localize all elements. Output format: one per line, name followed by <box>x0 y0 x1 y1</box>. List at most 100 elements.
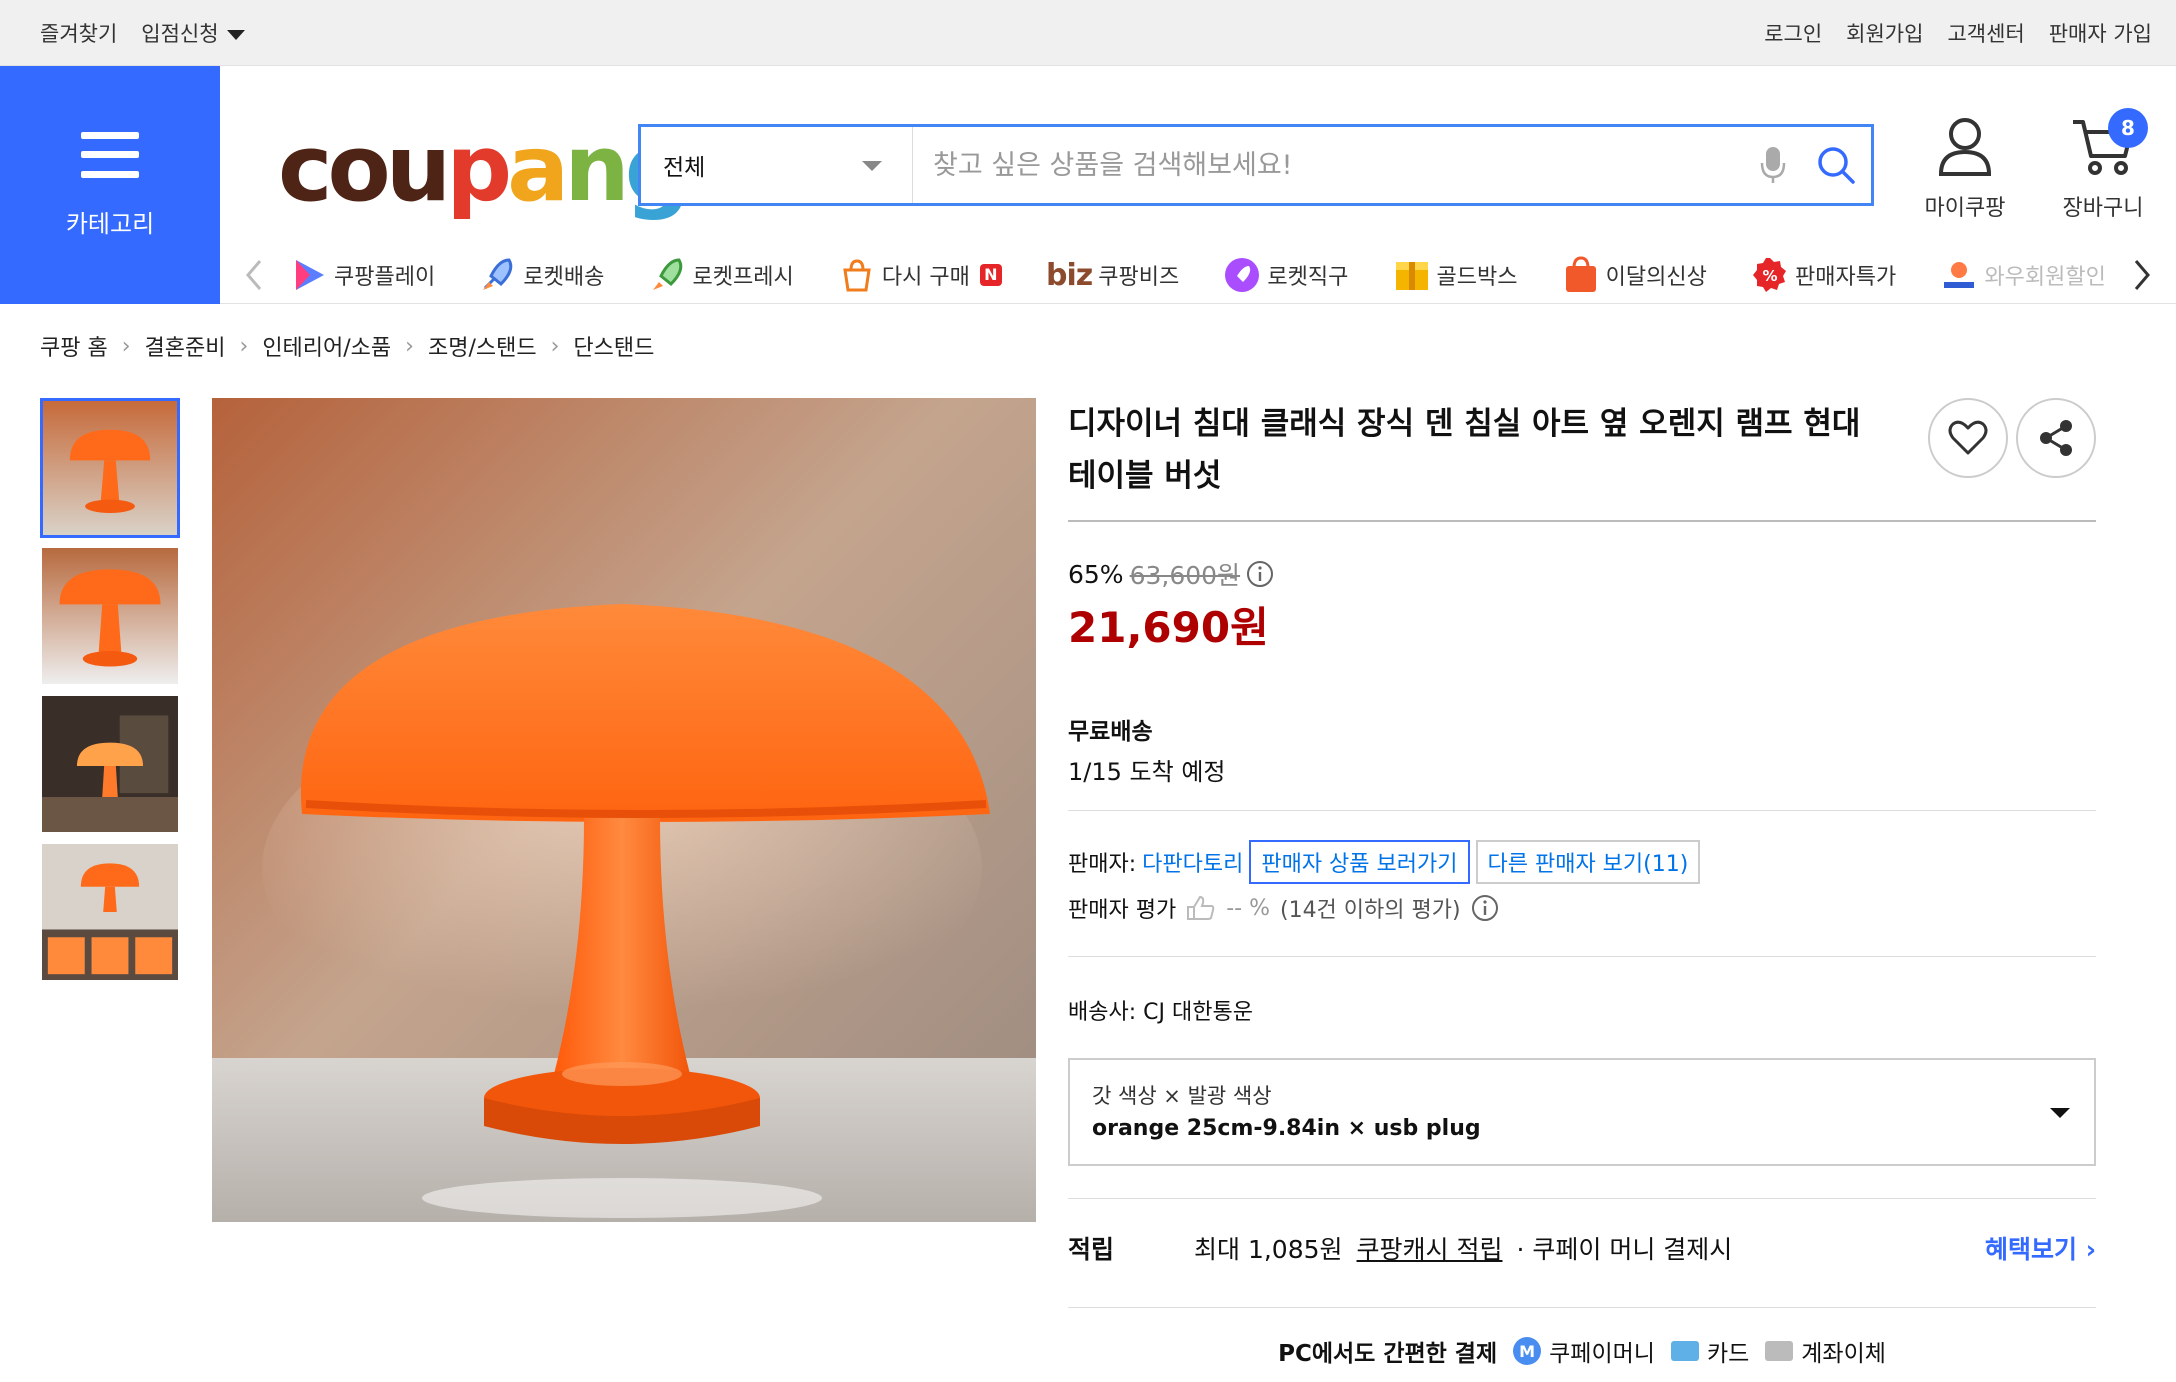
search-input[interactable] <box>913 127 1745 203</box>
dropdown-arrow-icon <box>2050 1108 2070 1118</box>
quick-item-rebuy[interactable]: 다시 구매 N <box>838 256 1002 294</box>
store-apply-label: 입점신청 <box>141 22 219 46</box>
seller-name-link[interactable]: 다판다토리 <box>1142 846 1243 878</box>
cart-button[interactable]: 장바구니 8 <box>2048 108 2158 222</box>
rebuy-icon <box>838 256 876 294</box>
product-thumbnail[interactable] <box>40 398 180 538</box>
reward-label: 적립 <box>1068 1235 1115 1264</box>
play-icon <box>290 256 328 294</box>
quick-item-seller-discount[interactable]: % 판매자특가 <box>1751 256 1896 294</box>
store-apply-menu[interactable]: 입점신청 <box>141 18 245 48</box>
info-icon[interactable] <box>1471 894 1499 922</box>
quick-item-wow-discount[interactable]: 와우회원할인 <box>1940 256 2106 294</box>
wishlist-button[interactable] <box>1928 398 2008 478</box>
arrival-date: 1/15 <box>1068 758 1122 786</box>
quick-item-rocket-fresh[interactable]: 로켓프레시 <box>649 256 794 294</box>
quick-item-coupang-play[interactable]: 쿠팡플레이 <box>290 256 435 294</box>
my-coupang-button[interactable]: 마이쿠팡 <box>1910 116 2020 222</box>
coupang-cash-link[interactable]: 쿠팡캐시 적립 <box>1357 1230 1503 1266</box>
product-title: 디자이너 침대 클래식 장식 덴 침실 아트 옆 오렌지 램프 현대 테이블 버… <box>1068 406 1861 494</box>
quick-item-goldbox[interactable]: 골드박스 <box>1393 256 1518 294</box>
reward-info: 적립 최대 1,085원 쿠팡캐시 적립 · 쿠페이 머니 결제시 혜택보기 › <box>1068 1230 2096 1266</box>
seller-products-button[interactable]: 판매자 상품 보러가기 <box>1249 840 1470 884</box>
seller-signup-link[interactable]: 판매자 가입 <box>2049 18 2152 48</box>
breadcrumb-item[interactable]: 인테리어/소품 <box>262 330 391 362</box>
search-button[interactable] <box>1801 127 1871 203</box>
top-utility-bar: 즐겨찾기 입점신청 로그인 회원가입 고객센터 판매자 가입 <box>0 0 2176 66</box>
rocket-fresh-icon <box>649 256 687 294</box>
product-thumbnail[interactable] <box>40 546 180 686</box>
payment-methods: PC에서도 간편한 결제 M 쿠페이머니 카드 계좌이체 <box>1068 1334 2096 1368</box>
quick-item-new-arrivals[interactable]: 이달의신상 <box>1562 256 1707 294</box>
divider <box>1068 956 2096 957</box>
share-icon <box>2040 420 2072 456</box>
product-thumbnail[interactable] <box>40 842 180 982</box>
main-product-image[interactable] <box>212 398 1036 1222</box>
seller-rating-note: (14건 이하의 평가) <box>1279 898 1461 923</box>
quick-item-rocket-delivery[interactable]: 로켓배송 <box>479 256 604 294</box>
search-icon <box>1818 147 1855 184</box>
info-icon[interactable] <box>1246 560 1274 588</box>
login-link[interactable]: 로그인 <box>1764 18 1822 48</box>
product-thumbnail[interactable] <box>40 694 180 834</box>
breadcrumb-item[interactable]: 쿠팡 홈 <box>40 330 108 362</box>
arrival-estimate: 1/15 도착 예정 <box>1068 752 1226 787</box>
search-category-select[interactable]: 전체 <box>641 127 913 203</box>
chevron-right-icon <box>2134 260 2150 290</box>
breadcrumb-item[interactable]: 결혼준비 <box>145 330 226 362</box>
svg-text:%: % <box>1763 267 1778 285</box>
bank-icon <box>1765 1341 1794 1361</box>
quick-menu: 쿠팡플레이 로켓배송 로켓프레시 다시 구매 N biz 쿠팡비즈 로켓직구 골… <box>236 246 2160 304</box>
hamburger-icon <box>81 131 139 178</box>
courier-label: 배송사: <box>1068 1000 1137 1025</box>
breadcrumb-item[interactable]: 단스탠드 <box>573 330 654 362</box>
chevron-right-icon: › <box>405 333 414 359</box>
microphone-icon[interactable] <box>1745 127 1801 203</box>
other-sellers-button[interactable]: 다른 판매자 보기(11) <box>1475 840 1701 884</box>
seller-rating-label: 판매자 평가 <box>1068 898 1177 923</box>
favorites-link[interactable]: 즐겨찾기 <box>40 18 117 48</box>
chevron-right-icon: › <box>550 333 560 359</box>
search-bar: 전체 <box>638 124 1874 206</box>
goldbox-icon <box>1393 256 1431 294</box>
customer-center-link[interactable]: 고객센터 <box>1947 18 2024 48</box>
new-badge: N <box>979 264 1002 286</box>
sale-price: 21,690원 <box>1068 603 1269 652</box>
seller-discount-icon: % <box>1751 256 1789 294</box>
shipping-type: 무료배송 <box>1068 719 1153 745</box>
quick-menu-prev-button[interactable] <box>236 255 272 295</box>
signup-link[interactable]: 회원가입 <box>1846 18 1923 48</box>
category-label: 카테고리 <box>65 209 155 238</box>
rocket-icon <box>479 256 517 294</box>
chevron-left-icon <box>246 260 262 290</box>
card-icon <box>1670 1341 1699 1361</box>
benefits-link[interactable]: 혜택보기 › <box>1985 1230 2096 1266</box>
wow-icon <box>1940 256 1978 294</box>
chevron-right-icon: › <box>239 333 249 359</box>
share-button[interactable] <box>2016 398 2096 478</box>
divider <box>1068 1198 2096 1199</box>
reward-max: 최대 1,085원 <box>1194 1235 1343 1264</box>
category-menu-button[interactable]: 카테고리 <box>0 66 220 304</box>
original-price: 63,600원 <box>1129 561 1241 590</box>
option-select[interactable]: 갓 색상 × 발광 색상 orange 25cm-9.84in × usb pl… <box>1068 1058 2096 1166</box>
biz-icon: biz <box>1046 257 1093 293</box>
seller-label: 판매자: <box>1068 852 1137 877</box>
new-bag-icon <box>1562 256 1600 294</box>
seller-info: 판매자: 다판다토리 판매자 상품 보러가기 다른 판매자 보기(11) <box>1068 840 1701 884</box>
user-icon <box>1938 118 1992 176</box>
quick-item-rocket-global[interactable]: 로켓직구 <box>1223 256 1348 294</box>
coupang-logo[interactable]: coupang <box>278 114 691 224</box>
chevron-right-icon: › <box>121 333 131 359</box>
bank-transfer: 계좌이체 <box>1765 1334 1886 1368</box>
breadcrumb-item[interactable]: 조명/스탠드 <box>428 330 537 362</box>
divider <box>1068 1307 2096 1308</box>
thumbs-up-icon <box>1187 895 1215 920</box>
quick-menu-next-button[interactable] <box>2124 255 2160 295</box>
coupay-money-icon: M <box>1513 1337 1542 1365</box>
cart-label: 장바구니 <box>2062 196 2144 221</box>
option-label: 갓 색상 × 발광 색상 <box>1092 1084 1272 1108</box>
quick-item-coupang-biz[interactable]: biz 쿠팡비즈 <box>1046 258 1179 293</box>
reward-note: · 쿠페이 머니 결제시 <box>1516 1235 1733 1264</box>
cart-count-badge: 8 <box>2108 108 2148 148</box>
